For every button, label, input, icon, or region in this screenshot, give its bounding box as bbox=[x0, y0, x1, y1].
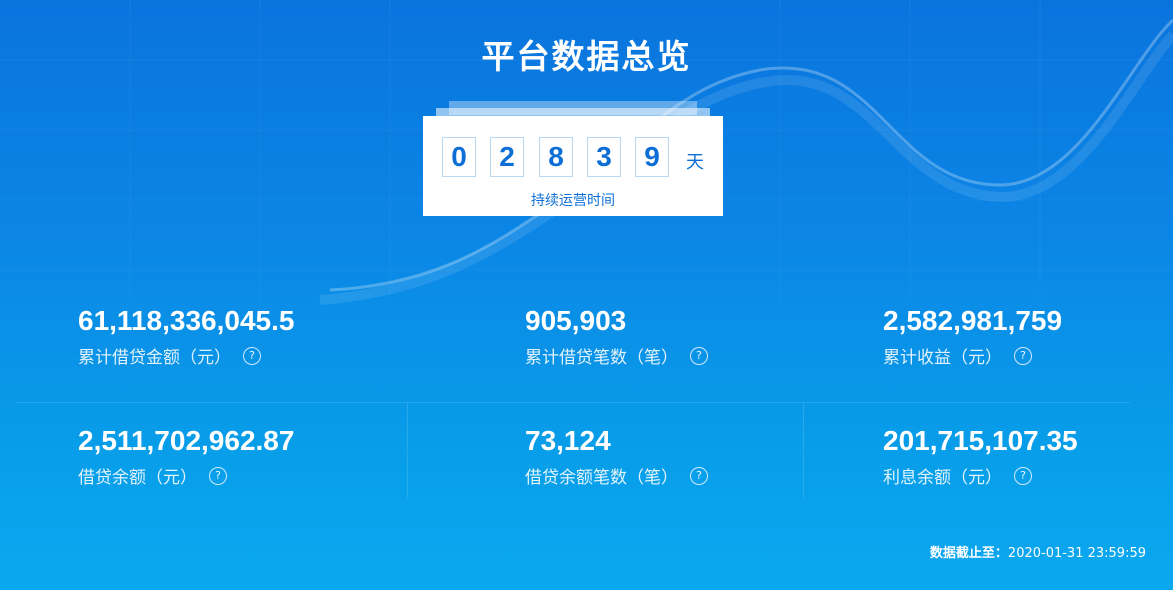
stat-label: 累计收益（元） bbox=[883, 348, 1002, 368]
counter-digit: 0 bbox=[442, 137, 476, 177]
background-decoration bbox=[0, 0, 1173, 305]
data-cutoff-datetime: 2020-01-31 23:59:59 bbox=[1007, 546, 1146, 561]
counter-label: 持续运营时间 bbox=[531, 193, 615, 209]
stat-cumulative-loan-count: 905,903 累计借贷笔数（笔） ? bbox=[525, 305, 708, 368]
data-cutoff-note: 数据截止至：2020-01-31 23:59:59 bbox=[930, 542, 1146, 561]
stat-label: 累计借贷笔数（笔） bbox=[525, 348, 678, 368]
help-icon[interactable]: ? bbox=[243, 346, 261, 365]
stat-label-row: 利息余额（元） ? bbox=[883, 463, 1078, 488]
stat-loan-balance-count: 73,124 借贷余额笔数（笔） ? bbox=[525, 425, 708, 488]
help-icon[interactable]: ? bbox=[1014, 346, 1032, 365]
stat-interest-balance: 201,715,107.35 利息余额（元） ? bbox=[883, 425, 1078, 488]
operating-days-counter: 0 2 8 3 9 天 持续运营时间 bbox=[423, 116, 723, 216]
counter-digit: 8 bbox=[539, 137, 573, 177]
help-icon[interactable]: ? bbox=[690, 346, 708, 365]
counter-digit: 9 bbox=[635, 137, 669, 177]
counter-unit: 天 bbox=[686, 152, 704, 173]
stat-label: 借贷余额（元） bbox=[78, 468, 197, 488]
stat-value: 905,903 bbox=[525, 305, 627, 336]
stat-loan-balance: 2,511,702,962.87 借贷余额（元） ? bbox=[78, 425, 294, 488]
stat-value: 2,511,702,962.87 bbox=[78, 425, 295, 456]
stat-value: 73,124 bbox=[525, 425, 611, 456]
stat-value: 61,118,336,045.5 bbox=[78, 305, 295, 336]
stat-cumulative-loan-amount: 61,118,336,045.5 累计借贷金额（元） ? bbox=[78, 305, 294, 368]
help-icon[interactable]: ? bbox=[690, 466, 708, 485]
help-icon[interactable]: ? bbox=[209, 466, 227, 485]
stat-label-row: 借贷余额（元） ? bbox=[78, 463, 294, 488]
grid-divider bbox=[803, 403, 804, 498]
stat-label-row: 累计收益（元） ? bbox=[883, 343, 1062, 368]
stat-value: 201,715,107.35 bbox=[883, 425, 1078, 456]
page-title: 平台数据总览 bbox=[481, 37, 692, 76]
counter-digit: 2 bbox=[490, 137, 524, 177]
data-cutoff-label: 数据截止至： bbox=[929, 546, 1008, 561]
stat-label-row: 累计借贷笔数（笔） ? bbox=[525, 343, 708, 368]
stat-label: 累计借贷金额（元） bbox=[78, 348, 231, 368]
stat-label: 借贷余额笔数（笔） bbox=[525, 468, 678, 488]
counter-digit: 3 bbox=[587, 137, 621, 177]
stat-label-row: 累计借贷金额（元） ? bbox=[78, 343, 294, 368]
stat-label: 利息余额（元） bbox=[883, 468, 1002, 488]
stat-value: 2,582,981,759 bbox=[883, 305, 1063, 336]
grid-divider bbox=[15, 402, 1130, 403]
help-icon[interactable]: ? bbox=[1014, 466, 1032, 485]
grid-divider bbox=[407, 403, 408, 498]
stat-label-row: 借贷余额笔数（笔） ? bbox=[525, 463, 708, 488]
stat-cumulative-earnings: 2,582,981,759 累计收益（元） ? bbox=[883, 305, 1062, 368]
